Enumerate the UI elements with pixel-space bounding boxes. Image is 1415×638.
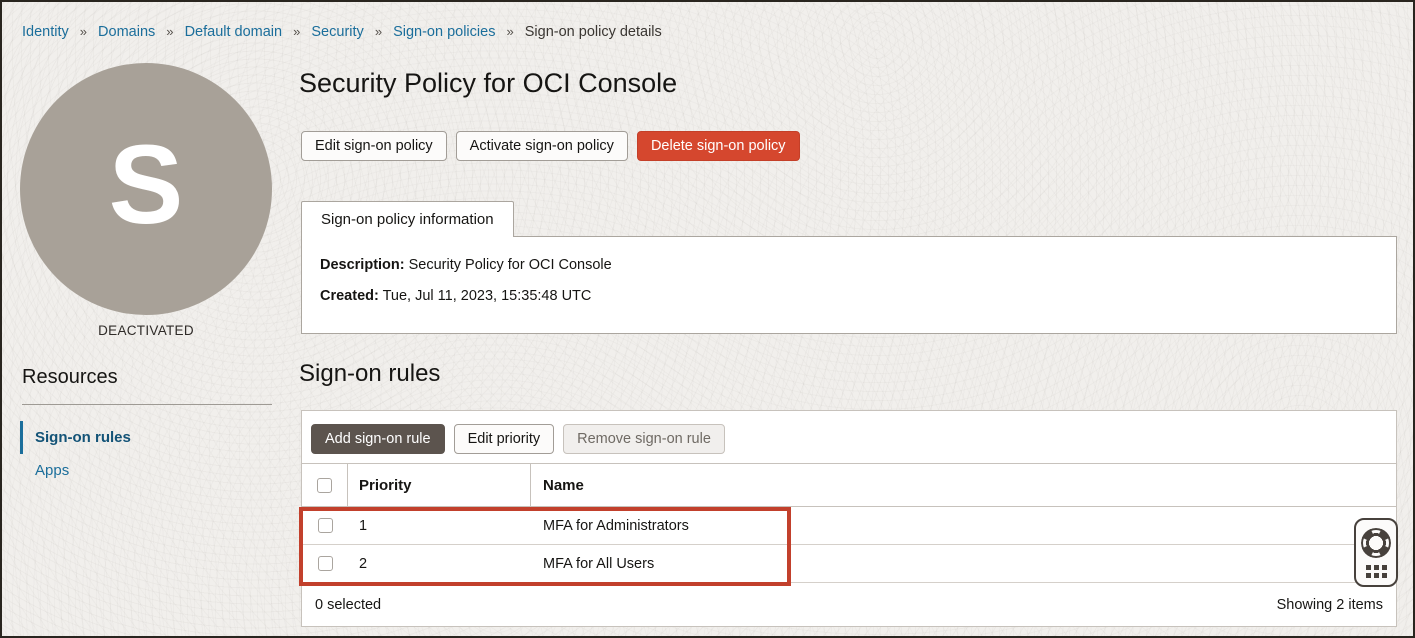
oci-console-page: Identity » Domains » Default domain » Se… [0, 0, 1415, 638]
select-row-checkbox[interactable] [318, 556, 333, 571]
policy-actions: Edit sign-on policy Activate sign-on pol… [301, 131, 800, 161]
breadcrumb-separator: » [375, 24, 382, 39]
avatar-initial: S [109, 129, 184, 241]
breadcrumb-link-sign-on-policies[interactable]: Sign-on policies [393, 24, 495, 40]
activate-sign-on-policy-button[interactable]: Activate sign-on policy [456, 131, 628, 161]
sign-on-rules-table: Priority Name 1 MFA for Administrators 2… [302, 463, 1396, 583]
rules-toolbar: Add sign-on rule Edit priority Remove si… [302, 411, 1396, 463]
breadcrumb-current: Sign-on policy details [525, 24, 662, 40]
sidebar-item-apps[interactable]: Apps [20, 454, 280, 487]
breadcrumb-link-default-domain[interactable]: Default domain [185, 24, 283, 40]
created-line: Created: Tue, Jul 11, 2023, 15:35:48 UTC [320, 288, 1378, 304]
resources-nav: Sign-on rules Apps [20, 421, 280, 487]
help-widget[interactable] [1354, 518, 1398, 587]
row-checkbox-cell [302, 507, 348, 544]
table-row[interactable]: 1 MFA for Administrators [302, 507, 1396, 545]
column-header-name: Name [531, 464, 1396, 506]
status-badge: DEACTIVATED [20, 323, 272, 338]
breadcrumb-link-identity[interactable]: Identity [22, 24, 69, 40]
policy-information-panel: Description: Security Policy for OCI Con… [301, 236, 1397, 334]
selected-count: 0 selected [315, 597, 381, 613]
tab-sign-on-policy-information[interactable]: Sign-on policy information [301, 201, 514, 237]
rule-priority: 2 [348, 545, 531, 582]
sign-on-rules-heading: Sign-on rules [299, 360, 440, 388]
breadcrumb-separator: » [166, 24, 173, 39]
row-checkbox-cell [302, 545, 348, 582]
description-line: Description: Security Policy for OCI Con… [320, 257, 1378, 273]
remove-sign-on-rule-button: Remove sign-on rule [563, 424, 725, 454]
select-all-checkbox[interactable] [317, 478, 332, 493]
rule-name: MFA for All Users [531, 545, 1396, 582]
description-label: Description: [320, 257, 405, 273]
sidebar-item-sign-on-rules[interactable]: Sign-on rules [20, 421, 280, 454]
add-sign-on-rule-button[interactable]: Add sign-on rule [311, 424, 445, 454]
description-value: Security Policy for OCI Console [409, 257, 612, 273]
table-header-row: Priority Name [302, 463, 1396, 507]
column-header-priority: Priority [348, 464, 531, 506]
lifebuoy-icon [1361, 528, 1391, 558]
resources-divider [22, 404, 272, 405]
breadcrumb-link-domains[interactable]: Domains [98, 24, 155, 40]
edit-sign-on-policy-button[interactable]: Edit sign-on policy [301, 131, 447, 161]
rule-name: MFA for Administrators [531, 507, 1396, 544]
table-row[interactable]: 2 MFA for All Users [302, 545, 1396, 583]
breadcrumb-link-security[interactable]: Security [311, 24, 363, 40]
sign-on-rules-panel: Add sign-on rule Edit priority Remove si… [301, 410, 1397, 627]
created-label: Created: [320, 288, 379, 304]
rule-priority: 1 [348, 507, 531, 544]
header-checkbox-cell [302, 464, 348, 506]
resources-heading: Resources [22, 366, 118, 389]
showing-count: Showing 2 items [1277, 597, 1383, 613]
breadcrumb-separator: » [506, 24, 513, 39]
policy-avatar: S [20, 63, 272, 315]
breadcrumb-separator: » [293, 24, 300, 39]
grid-dots-icon [1366, 565, 1387, 578]
table-footer: 0 selected Showing 2 items [302, 583, 1396, 627]
select-row-checkbox[interactable] [318, 518, 333, 533]
page-title: Security Policy for OCI Console [299, 68, 677, 99]
breadcrumb-separator: » [80, 24, 87, 39]
breadcrumb: Identity » Domains » Default domain » Se… [22, 24, 662, 40]
delete-sign-on-policy-button[interactable]: Delete sign-on policy [637, 131, 800, 161]
created-value: Tue, Jul 11, 2023, 15:35:48 UTC [383, 288, 592, 304]
edit-priority-button[interactable]: Edit priority [454, 424, 555, 454]
